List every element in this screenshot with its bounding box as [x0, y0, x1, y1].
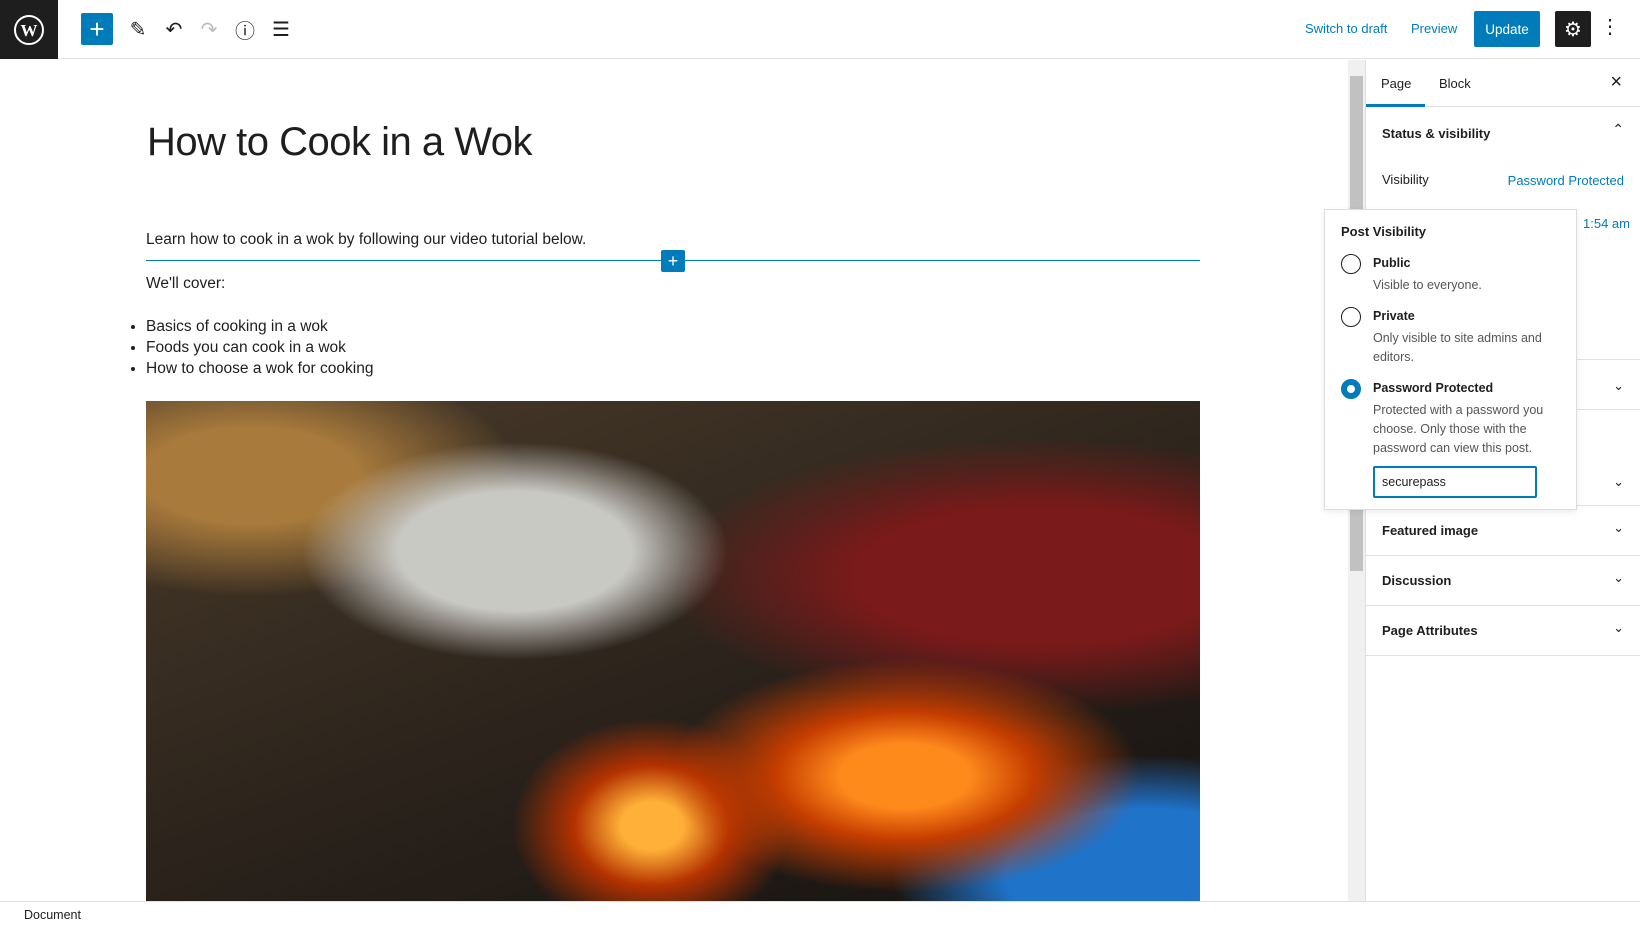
featured-image-panel[interactable]: Featured image ⌄: [1366, 506, 1640, 556]
pencil-icon[interactable]: ✎: [121, 12, 155, 46]
visibility-toggle[interactable]: Password Protected: [1508, 173, 1624, 188]
chevron-down-icon[interactable]: ⌄: [1613, 378, 1624, 394]
breadcrumb-document[interactable]: Document: [24, 908, 81, 922]
redo-icon[interactable]: ↷: [192, 12, 226, 46]
discussion-panel[interactable]: Discussion ⌄: [1366, 556, 1640, 606]
chevron-down-icon[interactable]: ⌄: [1613, 474, 1624, 490]
update-button[interactable]: Update: [1474, 11, 1540, 47]
switch-to-draft-button[interactable]: Switch to draft: [1305, 21, 1387, 36]
option-description: Visible to everyone.: [1373, 278, 1482, 292]
wordpress-logo-icon[interactable]: W: [0, 0, 58, 59]
list-item: How to choose a wok for cooking: [146, 358, 373, 379]
list-item: Foods you can cook in a wok: [146, 337, 373, 358]
chevron-down-icon: ⌄: [1613, 520, 1624, 535]
panel-title: Page Attributes: [1382, 623, 1478, 638]
option-description: Only visible to site admins and editors.: [1373, 331, 1542, 364]
undo-icon[interactable]: ↶: [157, 12, 191, 46]
info-icon[interactable]: ⓘ: [228, 12, 262, 46]
option-label: Private: [1373, 309, 1415, 323]
wok-cooking-image[interactable]: [146, 401, 1200, 901]
radio-button[interactable]: [1341, 254, 1361, 274]
editor-canvas: How to Cook in a Wok Learn how to cook i…: [0, 60, 1348, 901]
panel-title: Discussion: [1382, 573, 1452, 588]
page-attributes-panel[interactable]: Page Attributes ⌄: [1366, 606, 1640, 656]
chevron-up-icon[interactable]: ⌃: [1612, 121, 1624, 138]
tab-page[interactable]: Page: [1381, 76, 1411, 91]
page-title[interactable]: How to Cook in a Wok: [147, 120, 532, 165]
password-input[interactable]: [1373, 466, 1537, 498]
svg-text:W: W: [21, 21, 38, 40]
gear-icon: ⚙: [1564, 18, 1582, 41]
radio-button-selected[interactable]: [1341, 379, 1361, 399]
cover-paragraph[interactable]: We'll cover:: [146, 275, 225, 293]
visibility-label: Visibility: [1382, 172, 1429, 187]
list-view-icon[interactable]: ☰: [264, 12, 298, 46]
close-icon[interactable]: ×: [1610, 71, 1622, 94]
chevron-down-icon: ⌄: [1613, 570, 1624, 585]
topic-list[interactable]: Basics of cooking in a wok Foods you can…: [146, 316, 373, 379]
status-footer: Document: [0, 901, 1640, 927]
inserter-plus-button[interactable]: +: [661, 250, 685, 272]
option-label: Password Protected: [1373, 381, 1494, 395]
radio-button[interactable]: [1341, 307, 1361, 327]
add-block-button[interactable]: +: [81, 13, 113, 45]
option-label: Public: [1373, 256, 1411, 270]
intro-paragraph[interactable]: Learn how to cook in a wok by following …: [146, 231, 586, 249]
preview-button[interactable]: Preview: [1411, 21, 1457, 36]
list-item: Basics of cooking in a wok: [146, 316, 373, 337]
chevron-down-icon: ⌄: [1613, 620, 1624, 635]
tab-block[interactable]: Block: [1439, 76, 1471, 91]
post-visibility-popover: Post Visibility Public Visible to everyo…: [1324, 209, 1577, 510]
settings-button[interactable]: ⚙: [1555, 11, 1591, 47]
publish-time[interactable]: 1:54 am: [1583, 216, 1630, 231]
top-toolbar: W + ✎ ↶ ↷ ⓘ ☰ Switch to draft Preview Up…: [0, 0, 1640, 59]
popover-title: Post Visibility: [1341, 224, 1427, 239]
option-description: Protected with a password you choose. On…: [1373, 403, 1544, 455]
panel-title: Featured image: [1382, 523, 1479, 538]
status-visibility-title[interactable]: Status & visibility: [1382, 126, 1490, 141]
more-options-icon[interactable]: ⋮: [1600, 14, 1620, 39]
